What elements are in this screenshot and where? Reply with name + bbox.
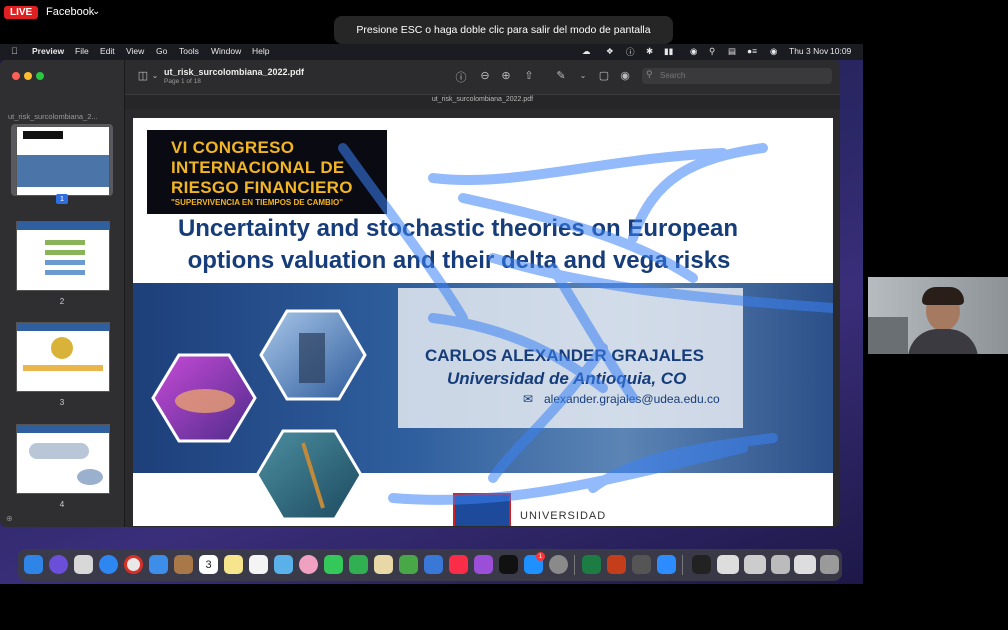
- chevron-down-icon[interactable]: ⌄: [92, 6, 100, 17]
- webcam-video: [868, 277, 1008, 354]
- thumbnail-sidebar[interactable]: ut_risk_surcolombiana_2... 1 2 3 4 ⊕: [0, 60, 125, 527]
- dock-divider: [682, 555, 683, 575]
- presenter-hair: [922, 287, 964, 305]
- dock: 3 1: [18, 549, 842, 581]
- preview-icon[interactable]: [632, 555, 651, 574]
- menu-file[interactable]: File: [75, 46, 89, 56]
- live-badge: LIVE: [4, 6, 39, 19]
- fullscreen-button[interactable]: [36, 72, 44, 80]
- zoom-out-icon[interactable]: ⊖: [478, 69, 492, 82]
- minimize-button[interactable]: [24, 72, 32, 80]
- music-icon[interactable]: [449, 555, 468, 574]
- apple-tv-icon[interactable]: [499, 555, 518, 574]
- recent-window-1[interactable]: [692, 555, 711, 574]
- clock-time[interactable]: 10:09: [830, 46, 851, 56]
- notes-icon[interactable]: [224, 555, 243, 574]
- chevron-down-icon[interactable]: ⌄: [576, 71, 590, 80]
- zoom-icon[interactable]: [657, 555, 676, 574]
- siri-icon[interactable]: ◉: [770, 46, 777, 57]
- document-name: ut_risk_surcolombiana_2022.pdf: [164, 67, 305, 77]
- thumbnail-number-3: 3: [59, 398, 65, 407]
- rotate-icon[interactable]: ▢: [597, 69, 611, 82]
- reminders-icon[interactable]: [249, 555, 268, 574]
- launchpad-icon[interactable]: [74, 555, 93, 574]
- tab-document[interactable]: ut_risk_surcolombiana_2022.pdf: [125, 96, 840, 103]
- page-info: Page 1 of 18: [164, 78, 201, 85]
- mail-app-icon[interactable]: [149, 555, 168, 574]
- maps-icon[interactable]: [274, 555, 293, 574]
- clock-day[interactable]: Thu 3 Nov: [789, 46, 828, 56]
- chevron-down-icon[interactable]: ⌄: [148, 71, 162, 80]
- info-icon[interactable]: ⓘ: [454, 69, 468, 85]
- recent-window-2[interactable]: [717, 555, 739, 574]
- powerpoint-icon[interactable]: [607, 555, 626, 574]
- fullscreen-notice: Presione ESC o haga doble clic para sali…: [334, 16, 673, 64]
- excel-icon[interactable]: [582, 555, 601, 574]
- safari-icon[interactable]: [99, 555, 118, 574]
- thumbnail-number-1: 1: [56, 194, 68, 204]
- photos-icon[interactable]: [299, 555, 318, 574]
- pdf-page[interactable]: VI CONGRESO INTERNACIONAL DE RIESGO FINA…: [133, 118, 833, 526]
- menu-bar:  Preview File Edit View Go Tools Window…: [0, 44, 863, 60]
- thumbnail-page-4[interactable]: [16, 424, 110, 494]
- add-page-icon[interactable]: ⊕: [6, 514, 13, 523]
- cloud-icon[interactable]: ☁: [582, 46, 591, 57]
- info-icon[interactable]: ⓘ: [626, 46, 635, 58]
- sidebar-title: ut_risk_surcolombiana_2...: [8, 112, 98, 121]
- search-icon: ⚲: [646, 69, 653, 79]
- menu-help[interactable]: Help: [252, 46, 269, 56]
- system-preferences-icon[interactable]: [549, 555, 568, 574]
- search-placeholder: Search: [660, 71, 686, 80]
- app-store-badge: 1: [536, 552, 545, 561]
- numbers-icon[interactable]: [399, 555, 418, 574]
- feather-icon[interactable]: ❖: [606, 46, 614, 57]
- calendar-icon[interactable]: 3: [199, 555, 218, 574]
- menu-window[interactable]: Window: [211, 46, 241, 56]
- annotation-strokes: [338, 143, 833, 505]
- menu-tools[interactable]: Tools: [179, 46, 199, 56]
- finder-icon[interactable]: [24, 555, 43, 574]
- battery-icon[interactable]: ▮▮: [664, 46, 673, 57]
- share-icon[interactable]: ⇧: [522, 69, 536, 82]
- thumbnail-page-1[interactable]: [16, 126, 110, 196]
- menu-go[interactable]: Go: [156, 46, 167, 56]
- messages-icon[interactable]: [324, 555, 343, 574]
- pages-icon[interactable]: [374, 555, 393, 574]
- markup-pen-icon[interactable]: ✎: [554, 69, 568, 82]
- menu-view[interactable]: View: [126, 46, 144, 56]
- thumbnail-number-2: 2: [59, 297, 65, 306]
- keyboard-icon[interactable]: ▤: [728, 46, 736, 57]
- facebook-label[interactable]: Facebook: [46, 6, 94, 18]
- chrome-icon[interactable]: [124, 555, 143, 574]
- search-icon[interactable]: ⚲: [709, 46, 715, 57]
- menu-edit[interactable]: Edit: [100, 46, 115, 56]
- recent-window-5[interactable]: [794, 555, 816, 574]
- thumbnail-page-2[interactable]: [16, 221, 110, 291]
- zoom-in-icon[interactable]: ⊕: [499, 69, 513, 82]
- menu-app-name[interactable]: Preview: [32, 46, 64, 56]
- thumbnail-number-4: 4: [59, 500, 65, 509]
- annotate-icon[interactable]: ◉: [618, 69, 632, 82]
- control-center-icon[interactable]: ●≡: [747, 46, 757, 56]
- recent-window-3[interactable]: [744, 555, 766, 574]
- facetime-icon[interactable]: [349, 555, 368, 574]
- contacts-icon[interactable]: [174, 555, 193, 574]
- apple-icon[interactable]: : [11, 46, 18, 56]
- preview-window: ut_risk_surcolombiana_2... 1 2 3 4 ⊕ ◫ ⌄…: [0, 60, 840, 527]
- trash-icon[interactable]: [820, 555, 839, 574]
- wifi-icon[interactable]: ◉: [690, 46, 697, 57]
- close-button[interactable]: [12, 72, 20, 80]
- bluetooth-icon[interactable]: ✱: [646, 46, 653, 57]
- thumbnail-page-3[interactable]: [16, 322, 110, 392]
- keynote-icon[interactable]: [424, 555, 443, 574]
- siri-app-icon[interactable]: [49, 555, 68, 574]
- podcasts-icon[interactable]: [474, 555, 493, 574]
- recent-window-4[interactable]: [771, 555, 790, 574]
- dock-divider: [574, 555, 575, 575]
